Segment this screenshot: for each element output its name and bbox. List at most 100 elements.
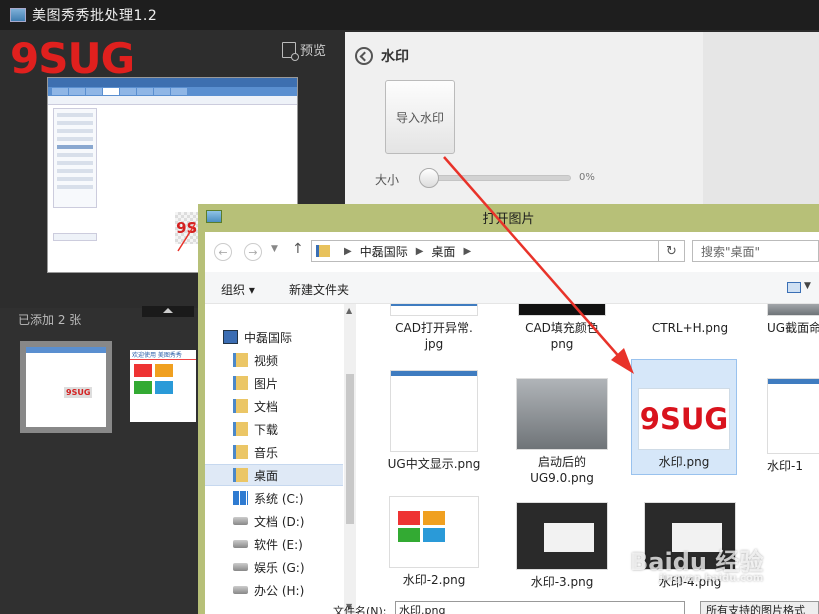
- file-item[interactable]: 水印-3.png: [507, 502, 617, 590]
- nav-item-label: 下载: [254, 422, 279, 437]
- drive-icon: [233, 586, 248, 594]
- file-thumbnail: [516, 378, 608, 450]
- file-thumbnail: [390, 370, 478, 452]
- preview-image-toolbar: [48, 96, 297, 105]
- file-item[interactable]: CAD填充颜色 png: [507, 304, 617, 352]
- refresh-icon[interactable]: ↻: [658, 240, 685, 262]
- file-item[interactable]: CAD打开异常. jpg: [379, 304, 489, 352]
- file-item[interactable]: 启动后的 UG9.0.png: [507, 378, 617, 486]
- file-item[interactable]: UG中文显示.png: [379, 370, 489, 472]
- folder-icon: [233, 468, 248, 482]
- file-thumbnail: [390, 304, 478, 316]
- breadcrumb-item[interactable]: 中磊国际: [360, 243, 408, 260]
- app-icon: [10, 8, 26, 22]
- view-mode-chevron-icon[interactable]: ▼: [804, 281, 811, 291]
- navigation-pane: 中磊国际 视频 图片 文档 下载 音乐 桌面 系统 (C:) 文档 (D:) 软…: [205, 304, 356, 614]
- drive-icon: [233, 563, 248, 571]
- dialog-title: 打开图片: [482, 211, 535, 227]
- address-bar[interactable]: ▶ 中磊国际 ▶ 桌面 ▶: [311, 240, 685, 262]
- filetype-select[interactable]: 所有支持的图片格式: [700, 601, 819, 614]
- nav-item-label: 图片: [254, 376, 279, 391]
- back-arrow-icon[interactable]: ←: [214, 243, 232, 261]
- nav-item-label: 系统 (C:): [254, 491, 304, 506]
- file-thumbnail: [646, 304, 734, 316]
- nav-item-computer[interactable]: 中磊国际: [223, 326, 363, 348]
- recent-locations-chevron-icon[interactable]: ▼: [271, 244, 278, 254]
- breadcrumb-separator-icon[interactable]: ▶: [344, 246, 352, 257]
- folder-icon: [233, 399, 248, 413]
- watermark-panel: 水印 导入水印 大小 0%: [345, 32, 703, 212]
- file-name: 水印-2.png: [402, 573, 466, 587]
- file-thumbnail: [518, 304, 606, 316]
- scrollbar-thumb[interactable]: [346, 374, 354, 524]
- nav-item-label: 软件 (E:): [254, 537, 303, 552]
- file-name: CTRL+H.png: [651, 321, 729, 335]
- folder-icon: [233, 422, 248, 436]
- nav-item-label: 音乐: [254, 445, 279, 460]
- size-label: 大小: [375, 173, 400, 187]
- preview-icon: [282, 41, 299, 61]
- navigation-bar: ← → ▼ ↑ ▶ 中磊国际 ▶ 桌面 ▶ ↻ 搜索"桌面": [205, 232, 819, 270]
- file-thumbnail: [516, 502, 608, 570]
- file-item[interactable]: 水印-1: [763, 378, 819, 474]
- drive-icon: [233, 517, 248, 525]
- folder-icon: [233, 353, 248, 367]
- forward-arrow-icon[interactable]: →: [244, 243, 262, 261]
- search-input[interactable]: 搜索"桌面": [692, 240, 819, 262]
- file-name: CAD打开异常. jpg: [395, 321, 473, 351]
- nav-item-label: 娱乐 (G:): [254, 560, 305, 575]
- folder-icon: [233, 376, 248, 390]
- file-item[interactable]: CTRL+H.png: [635, 304, 745, 336]
- file-name: UG中文显示.png: [387, 457, 481, 471]
- import-watermark-button[interactable]: 导入水印: [385, 80, 455, 154]
- organize-label: 组织: [221, 283, 246, 297]
- nav-item-label: 视频: [254, 353, 279, 368]
- nav-pane-scrollbar[interactable]: ▲ ▼: [344, 304, 356, 614]
- logo: 9SUG: [10, 34, 135, 83]
- dialog-toolbar: 组织 ▾ 新建文件夹 ▼: [205, 272, 819, 304]
- right-background: [703, 32, 819, 212]
- watermark-title: 水印: [381, 49, 409, 65]
- thumbnail-watermark: 9SUG: [64, 387, 93, 398]
- file-name: 水印-3.png: [530, 575, 594, 589]
- watermark-overlay: Baidu 经验 jingyan.baidu.com: [630, 542, 763, 584]
- file-name: UG截面命: [767, 321, 819, 335]
- view-mode-icon[interactable]: [787, 282, 801, 293]
- back-icon[interactable]: [355, 47, 373, 65]
- image-thumbnail-2[interactable]: 欢迎使用 美图秀秀: [130, 350, 196, 422]
- file-thumbnail: [389, 496, 479, 568]
- preview-label: 预览: [300, 44, 327, 59]
- size-slider-handle[interactable]: [419, 168, 439, 188]
- drive-icon: [233, 540, 248, 548]
- scroll-up-icon[interactable]: ▲: [346, 306, 352, 315]
- image-thumbnail-1[interactable]: 9SUG: [20, 341, 112, 433]
- watermark-overlay-text: Baidu 经验: [630, 548, 764, 576]
- up-arrow-icon[interactable]: ↑: [292, 241, 304, 257]
- nav-item-label: 桌面: [254, 468, 279, 483]
- collapse-toggle[interactable]: [142, 306, 194, 317]
- nav-item-label: 中磊国际: [244, 330, 293, 345]
- file-item-selected[interactable]: 9SUG 水印.png: [631, 359, 737, 475]
- filename-input[interactable]: 水印.png: [395, 601, 685, 614]
- preview-button[interactable]: 预览: [282, 40, 327, 61]
- new-folder-button[interactable]: 新建文件夹: [289, 281, 349, 298]
- preview-image-menu: [48, 87, 297, 96]
- file-item[interactable]: UG截面命: [763, 304, 819, 336]
- file-item[interactable]: 水印-2.png: [379, 496, 489, 588]
- size-slider-track[interactable]: [423, 175, 571, 181]
- organize-menu[interactable]: 组织 ▾: [221, 281, 255, 298]
- app-title: 美图秀秀批处理1.2: [32, 8, 158, 24]
- file-thumbnail: [767, 304, 819, 316]
- breadcrumb-item[interactable]: 桌面: [431, 243, 455, 260]
- nav-item-desktop[interactable]: 桌面: [205, 464, 343, 486]
- file-name: 启动后的 UG9.0.png: [530, 455, 594, 485]
- breadcrumb-separator-icon[interactable]: ▶: [416, 246, 424, 257]
- size-value: 0%: [579, 172, 595, 183]
- breadcrumb-separator-icon[interactable]: ▶: [463, 246, 471, 257]
- computer-icon: [223, 330, 238, 344]
- file-thumbnail: [767, 378, 819, 454]
- file-name: 水印.png: [658, 455, 710, 469]
- location-folder-icon: [316, 245, 330, 257]
- windows-drive-icon: [233, 491, 248, 505]
- file-name: CAD填充颜色 png: [525, 321, 599, 351]
